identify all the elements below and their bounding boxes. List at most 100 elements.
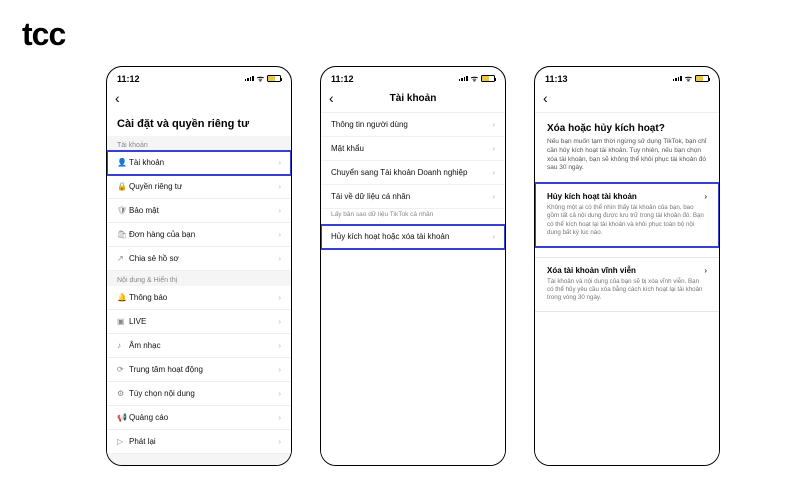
row-switch-business[interactable]: Chuyển sang Tài khoản Doanh nghiệp›: [321, 161, 505, 185]
nav-bar: ‹ Tài khoản: [321, 86, 505, 113]
row-privacy[interactable]: 🔒Quyền riêng tư›: [107, 175, 291, 199]
chevron-right-icon: ›: [278, 317, 281, 326]
row-ads[interactable]: 📢Quảng cáo›: [107, 406, 291, 430]
status-indicators: ᯤ: [673, 73, 709, 84]
wifi-icon: ᯤ: [471, 73, 478, 84]
row-icon: ⟳: [117, 365, 129, 374]
battery-icon: [267, 75, 281, 82]
row-orders[interactable]: 🛍Đơn hàng của bạn›: [107, 223, 291, 247]
row-live[interactable]: ▣LIVE›: [107, 310, 291, 334]
card-delete[interactable]: Xóa tài khoản vĩnh viễn›Tài khoản và nội…: [535, 257, 719, 312]
section-header: Tài khoản: [107, 136, 291, 151]
screen-account: Thông tin người dùng›Mật khẩu›Chuyển san…: [321, 113, 505, 465]
row-icon: ♪: [117, 341, 129, 350]
row-label: Thông báo: [129, 293, 278, 302]
row-icon: 🛡: [117, 206, 129, 215]
section-header: Nội dung & Hiển thị: [107, 271, 291, 286]
battery-icon: [481, 75, 495, 82]
row-label: Tài khoản: [129, 158, 278, 167]
chevron-right-icon: ›: [278, 365, 281, 374]
chevron-right-icon: ›: [492, 120, 495, 129]
row-label: LIVE: [129, 317, 278, 326]
row-notifications[interactable]: 🔔Thông báo›: [107, 286, 291, 310]
back-button[interactable]: ‹: [543, 90, 557, 106]
screen-settings: Cài đặt và quyền riêng tư Tài khoản👤Tài …: [107, 112, 291, 465]
row-label: Trung tâm hoạt động: [129, 365, 278, 374]
row-deactivate-delete[interactable]: Hủy kích hoạt hoặc xóa tài khoản›: [321, 225, 505, 249]
row-label: Mật khẩu: [331, 144, 492, 153]
battery-icon: [695, 75, 709, 82]
phone-3: 11:13 ᯤ ‹ Xóa hoặc hủy kích hoạt? Nếu bạ…: [534, 66, 720, 466]
chevron-right-icon: ›: [278, 182, 281, 191]
phone-1: 11:12 ᯤ ‹ Cài đặt và quyền riêng tư Tài …: [106, 66, 292, 466]
row-music[interactable]: ♪Âm nhạc›: [107, 334, 291, 358]
phone-row: 11:12 ᯤ ‹ Cài đặt và quyền riêng tư Tài …: [106, 66, 720, 466]
chevron-right-icon: ›: [278, 254, 281, 263]
chevron-right-icon: ›: [278, 389, 281, 398]
row-icon: 🛍: [117, 230, 129, 239]
row-subtext: Lấy bản sao dữ liệu TikTok cá nhân: [321, 209, 505, 225]
row-icon: ⚙: [117, 389, 129, 398]
chevron-right-icon: ›: [278, 230, 281, 239]
chevron-right-icon: ›: [492, 144, 495, 153]
row-label: Tải về dữ liệu cá nhân: [331, 192, 492, 201]
wifi-icon: ᯤ: [685, 73, 692, 84]
chevron-right-icon: ›: [278, 158, 281, 167]
row-icon: ▣: [117, 317, 129, 326]
chevron-right-icon: ›: [492, 232, 495, 241]
chevron-right-icon: ›: [492, 192, 495, 201]
row-icon: 🔒: [117, 182, 129, 191]
row-playback[interactable]: ▷Phát lại›: [107, 430, 291, 454]
nav-bar: ‹: [107, 86, 291, 112]
intro-text: Nếu bạn muốn tạm thời ngừng sử dụng TikT…: [535, 138, 719, 183]
signal-icon: [673, 76, 682, 81]
back-button[interactable]: ‹: [115, 90, 129, 106]
nav-bar: ‹: [535, 86, 719, 113]
status-bar: 11:12 ᯤ: [107, 67, 291, 86]
row-password[interactable]: Mật khẩu›: [321, 137, 505, 161]
row-label: Đơn hàng của bạn: [129, 230, 278, 239]
screen-deactivate: Xóa hoặc hủy kích hoạt? Nếu bạn muốn tạm…: [535, 113, 719, 465]
row-icon: 👤: [117, 158, 129, 167]
row-label: Chuyển sang Tài khoản Doanh nghiệp: [331, 168, 492, 177]
row-security[interactable]: 🛡Bảo mật›: [107, 199, 291, 223]
status-indicators: ᯤ: [245, 73, 281, 84]
chevron-right-icon: ›: [704, 192, 707, 201]
chevron-right-icon: ›: [278, 293, 281, 302]
card-deactivate[interactable]: Hủy kích hoạt tài khoản ›Không một ai có …: [535, 183, 719, 246]
row-label: Quyền riêng tư: [129, 182, 278, 191]
card-description: Tài khoản và nội dung của bạn sẽ bị xóa …: [547, 275, 707, 303]
card-title: Hủy kích hoạt tài khoản: [547, 192, 637, 201]
row-download-data[interactable]: Tải về dữ liệu cá nhân›: [321, 185, 505, 209]
wifi-icon: ᯤ: [257, 73, 264, 84]
chevron-right-icon: ›: [278, 341, 281, 350]
row-share-profile[interactable]: ↗Chia sẻ hồ sơ›: [107, 247, 291, 271]
row-label: Quảng cáo: [129, 413, 278, 422]
chevron-right-icon: ›: [278, 437, 281, 446]
chevron-right-icon: ›: [492, 168, 495, 177]
row-label: Bảo mật: [129, 206, 278, 215]
row-label: Chia sẻ hồ sơ: [129, 254, 278, 263]
row-icon: ▷: [117, 437, 129, 446]
nav-title: Tài khoản: [321, 93, 505, 104]
row-icon: 📢: [117, 413, 129, 422]
row-activity[interactable]: ⟳Trung tâm hoạt động›: [107, 358, 291, 382]
row-label: Âm nhạc: [129, 341, 278, 350]
chevron-right-icon: ›: [278, 206, 281, 215]
brand-logo: tcc: [22, 16, 65, 53]
chevron-right-icon: ›: [704, 266, 707, 275]
signal-icon: [459, 76, 468, 81]
chevron-right-icon: ›: [278, 413, 281, 422]
row-icon: ↗: [117, 254, 129, 263]
row-user-info[interactable]: Thông tin người dùng›: [321, 113, 505, 137]
status-bar: 11:12 ᯤ: [321, 67, 505, 86]
row-label: Hủy kích hoạt hoặc xóa tài khoản: [331, 232, 492, 241]
status-time: 11:12: [117, 74, 140, 84]
status-indicators: ᯤ: [459, 73, 495, 84]
card-description: Không một ai có thể nhìn thấy tài khoản …: [547, 201, 707, 237]
row-label: Thông tin người dùng: [331, 120, 492, 129]
signal-icon: [245, 76, 254, 81]
row-account[interactable]: 👤Tài khoản›: [107, 151, 291, 175]
row-label: Tùy chọn nội dung: [129, 389, 278, 398]
row-content-pref[interactable]: ⚙Tùy chọn nội dung›: [107, 382, 291, 406]
